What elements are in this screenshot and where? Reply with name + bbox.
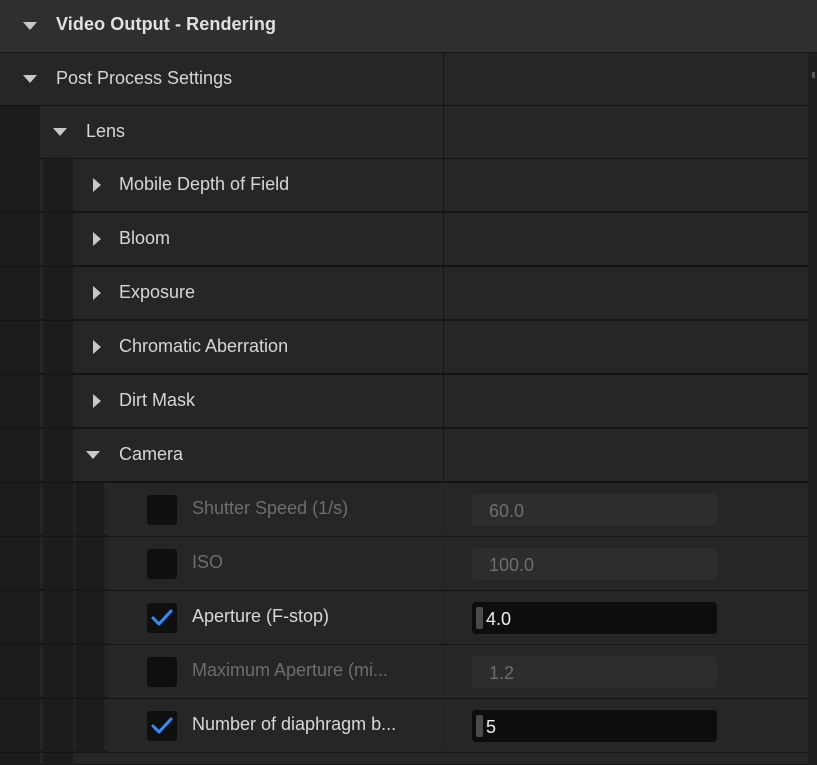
override-checkbox[interactable] xyxy=(147,495,177,525)
category-label: Lens xyxy=(86,121,126,141)
category-post-process-settings[interactable]: Post Process Settings xyxy=(0,53,812,106)
property-label: ISO xyxy=(192,552,224,572)
category-label: Camera xyxy=(119,444,184,464)
triangle-right-icon[interactable] xyxy=(93,286,101,300)
indent-guide xyxy=(43,429,73,482)
indent-guide xyxy=(76,645,104,698)
indent-guide xyxy=(43,537,73,590)
next-row-partial xyxy=(0,753,812,765)
triangle-down-icon[interactable] xyxy=(23,22,37,30)
triangle-down-icon[interactable] xyxy=(53,128,67,136)
indent-guide xyxy=(76,483,104,536)
indent-guide xyxy=(0,483,40,536)
category-label: Dirt Mask xyxy=(119,390,195,410)
triangle-right-icon[interactable] xyxy=(93,232,101,246)
override-checkbox[interactable] xyxy=(147,549,177,579)
indent-guide xyxy=(76,537,104,590)
section-header-title: Video Output - Rendering xyxy=(56,14,277,34)
category-label: Mobile Depth of Field xyxy=(119,174,290,194)
column-splitter[interactable] xyxy=(443,267,444,320)
indent-guide xyxy=(43,483,73,536)
maximum-aperture-field[interactable]: 1.2 xyxy=(472,656,717,688)
field-value: 5 xyxy=(486,717,497,737)
aperture-field[interactable]: 4.0 xyxy=(472,602,717,634)
indent-guide xyxy=(43,321,73,374)
details-panel: Video Output - Rendering Post Process Se… xyxy=(0,0,817,765)
property-label: Shutter Speed (1/s) xyxy=(192,498,349,518)
indent-guide xyxy=(43,753,73,765)
indent-guide xyxy=(43,699,73,752)
category-camera[interactable]: Camera xyxy=(0,429,812,482)
category-label: Chromatic Aberration xyxy=(119,336,289,356)
category-dirt-mask[interactable]: Dirt Mask xyxy=(0,375,812,428)
indent-guide xyxy=(43,159,73,212)
indent-guide xyxy=(76,699,104,752)
triangle-right-icon[interactable] xyxy=(93,394,101,408)
category-label: Bloom xyxy=(119,228,171,248)
indent-guide xyxy=(43,591,73,644)
column-splitter[interactable] xyxy=(443,159,444,212)
indent-guide xyxy=(0,537,40,590)
checkmark-icon xyxy=(151,717,173,734)
property-row-maximum-aperture: Maximum Aperture (mi... 1.2 xyxy=(0,645,812,698)
category-exposure[interactable]: Exposure xyxy=(0,267,812,320)
indent-guide xyxy=(0,213,40,266)
override-checkbox[interactable] xyxy=(147,711,177,741)
property-row-iso: ISO 100.0 xyxy=(0,537,812,590)
indent-guide xyxy=(0,753,40,765)
override-checkbox[interactable] xyxy=(147,603,177,633)
section-header-video-output-rendering[interactable]: Video Output - Rendering xyxy=(0,0,817,53)
triangle-down-icon[interactable] xyxy=(86,451,100,459)
category-chromatic-aberration[interactable]: Chromatic Aberration xyxy=(0,321,812,374)
property-label: Aperture (F-stop) xyxy=(192,606,330,626)
property-label: Number of diaphragm b... xyxy=(192,714,397,734)
indent-guide xyxy=(43,645,73,698)
triangle-right-icon[interactable] xyxy=(93,178,101,192)
indent-guide xyxy=(43,375,73,428)
column-splitter[interactable] xyxy=(443,53,444,106)
drag-grip[interactable] xyxy=(476,607,483,629)
category-lens[interactable]: Lens xyxy=(0,106,812,159)
indent-guide xyxy=(0,591,40,644)
drag-grip[interactable] xyxy=(476,715,483,737)
diaphragm-blades-field[interactable]: 5 xyxy=(472,710,717,742)
shutter-speed-field[interactable]: 60.0 xyxy=(472,494,717,526)
triangle-right-icon[interactable] xyxy=(93,340,101,354)
column-splitter[interactable] xyxy=(443,213,444,266)
field-value: 4.0 xyxy=(486,609,512,629)
scrollbar-track[interactable] xyxy=(808,53,817,765)
indent-guide xyxy=(0,106,40,159)
category-label: Exposure xyxy=(119,282,196,302)
scrollbar-marker xyxy=(812,72,815,78)
column-splitter[interactable] xyxy=(443,429,444,482)
column-splitter[interactable] xyxy=(443,321,444,374)
indent-guide xyxy=(0,267,40,320)
category-bloom[interactable]: Bloom xyxy=(0,213,812,266)
column-splitter[interactable] xyxy=(443,375,444,428)
override-checkbox[interactable] xyxy=(147,657,177,687)
column-splitter[interactable] xyxy=(443,106,444,159)
indent-guide xyxy=(0,699,40,752)
indent-guide xyxy=(0,645,40,698)
triangle-down-icon[interactable] xyxy=(23,75,37,83)
checkmark-icon xyxy=(151,609,173,626)
iso-field[interactable]: 100.0 xyxy=(472,548,717,580)
property-row-shutter-speed: Shutter Speed (1/s) 60.0 xyxy=(0,483,812,536)
property-row-aperture: Aperture (F-stop) 4.0 xyxy=(0,591,812,644)
indent-guide xyxy=(0,159,40,212)
indent-guide xyxy=(0,375,40,428)
property-label: Maximum Aperture (mi... xyxy=(192,660,389,680)
indent-guide xyxy=(0,429,40,482)
category-label: Post Process Settings xyxy=(56,68,233,88)
indent-guide xyxy=(0,321,40,374)
indent-guide xyxy=(43,267,73,320)
indent-guide xyxy=(76,591,104,644)
category-mobile-depth-of-field[interactable]: Mobile Depth of Field xyxy=(0,159,812,212)
property-row-diaphragm-blades: Number of diaphragm b... 5 xyxy=(0,699,812,752)
indent-guide xyxy=(43,213,73,266)
